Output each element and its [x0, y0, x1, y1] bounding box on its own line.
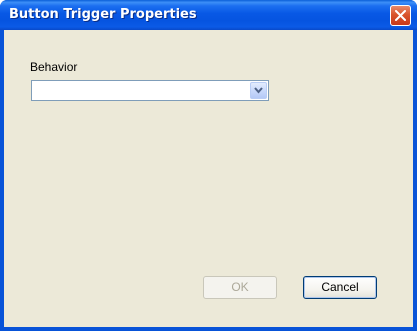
- behavior-dropdown[interactable]: [31, 80, 269, 101]
- behavior-label: Behavior: [30, 60, 78, 74]
- title-bar[interactable]: Button Trigger Properties: [0, 0, 417, 30]
- ok-button[interactable]: OK: [203, 276, 277, 299]
- chevron-down-icon: [254, 87, 263, 94]
- close-button[interactable]: [390, 5, 411, 26]
- dialog-window: Button Trigger Properties Behavior OK Ca…: [0, 0, 417, 331]
- dialog-title: Button Trigger Properties: [9, 7, 197, 22]
- dropdown-button[interactable]: [250, 82, 267, 99]
- cancel-button[interactable]: Cancel: [303, 276, 377, 299]
- close-icon: [395, 10, 406, 21]
- dialog-body: Behavior OK Cancel: [4, 30, 413, 327]
